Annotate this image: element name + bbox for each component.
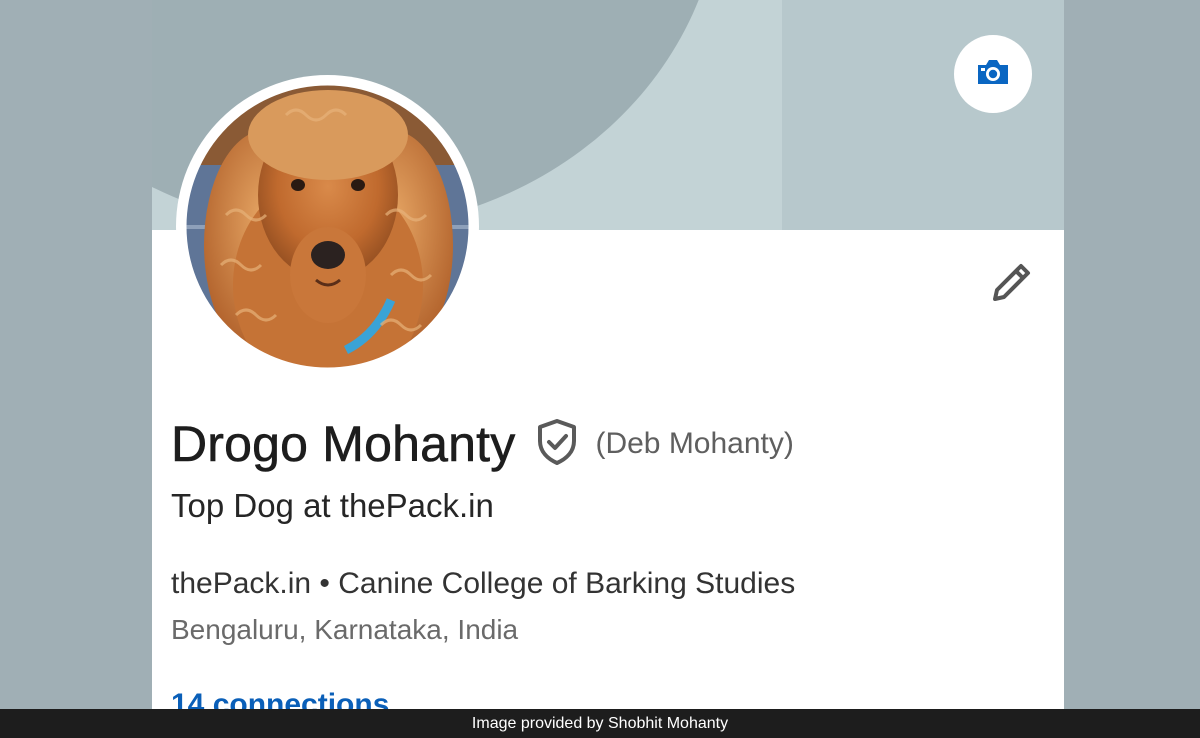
- image-caption: Image provided by Shobhit Mohanty: [471, 714, 729, 732]
- camera-icon: [975, 57, 1011, 92]
- profile-location: Bengaluru, Karnataka, India: [171, 614, 519, 645]
- profile-headline: Top Dog at thePack.in: [171, 487, 494, 524]
- image-caption-bar: Image provided by Shobhit Mohanty: [0, 709, 1200, 738]
- profile-card: Drogo Mohanty (Deb Mohanty) Top Dog at t…: [152, 0, 1064, 738]
- edit-cover-button[interactable]: [954, 35, 1032, 113]
- cover-panel: [782, 0, 1064, 230]
- pencil-icon: [985, 259, 1035, 314]
- dog-photo-icon: [178, 77, 477, 376]
- profile-photo[interactable]: [176, 75, 479, 378]
- pronunciation-name: (Deb Mohanty): [595, 427, 794, 460]
- company-education-line[interactable]: thePack.in • Canine College of Barking S…: [171, 567, 795, 601]
- edit-profile-button[interactable]: [982, 258, 1038, 314]
- profile-name: Drogo Mohanty: [171, 416, 516, 473]
- shield-check-icon[interactable]: [535, 418, 579, 471]
- name-row: Drogo Mohanty (Deb Mohanty): [171, 412, 794, 476]
